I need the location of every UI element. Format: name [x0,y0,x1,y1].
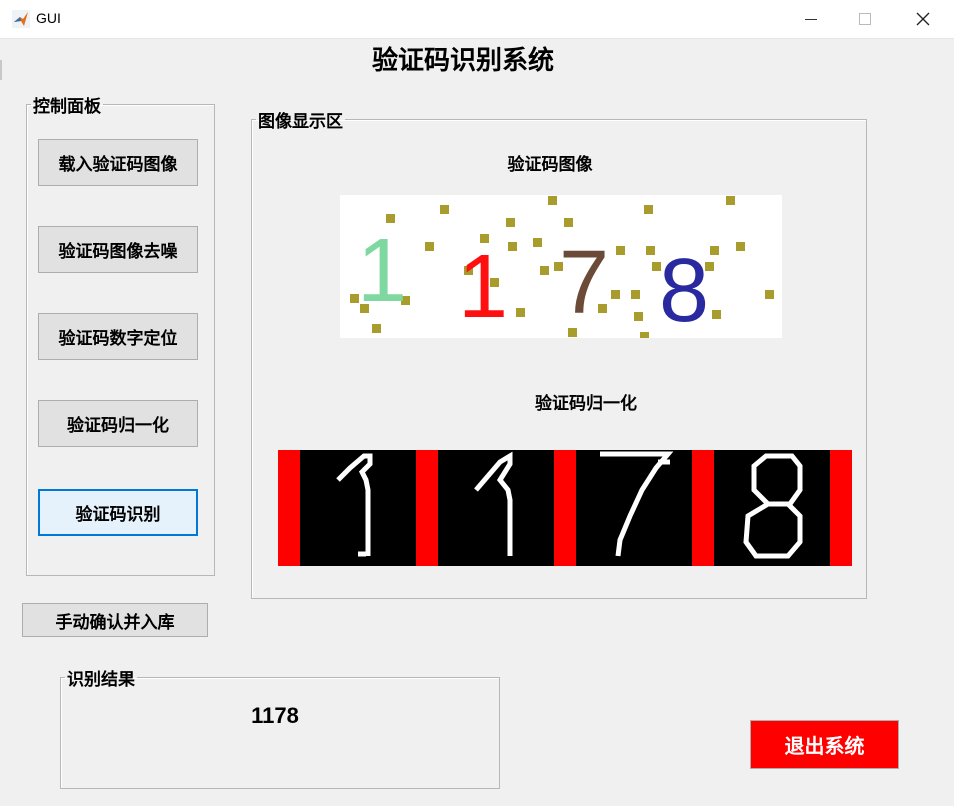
captcha-digit-1: 1 [357,221,407,321]
result-value: 1178 [251,703,299,728]
manual-confirm-button[interactable]: 手动确认并入库 [22,603,208,637]
control-panel-legend: 控制面板 [33,97,101,117]
captcha-image-title: 验证码图像 [507,155,593,175]
captcha-digit-4: 8 [659,241,709,338]
minimize-icon [805,18,817,20]
matlab-icon [12,10,30,28]
normalize-button[interactable]: 验证码归一化 [38,400,198,447]
normalized-image [278,450,852,566]
window-title: GUI [36,10,61,26]
denoise-button[interactable]: 验证码图像去噪 [38,226,198,273]
window-edge-mark [0,60,2,80]
close-icon [916,12,930,26]
maximize-icon [859,13,871,25]
maximize-button[interactable] [838,0,892,38]
captcha-digit-2: 1 [458,237,508,337]
recognize-button[interactable]: 验证码识别 [38,489,198,536]
minimize-button[interactable] [784,0,838,38]
result-panel-legend: 识别结果 [67,670,135,690]
window-titlebar: GUI [0,0,954,39]
captcha-digit-3: 7 [559,233,609,333]
captcha-image: 1 1 7 8 [340,195,782,338]
close-button[interactable] [896,0,950,38]
normalized-image-title: 验证码归一化 [535,394,637,414]
load-captcha-button[interactable]: 载入验证码图像 [38,139,198,186]
image-panel-legend: 图像显示区 [258,112,343,132]
page-title: 验证码识别系统 [371,46,554,76]
exit-button[interactable]: 退出系统 [750,720,899,769]
locate-digits-button[interactable]: 验证码数字定位 [38,313,198,360]
